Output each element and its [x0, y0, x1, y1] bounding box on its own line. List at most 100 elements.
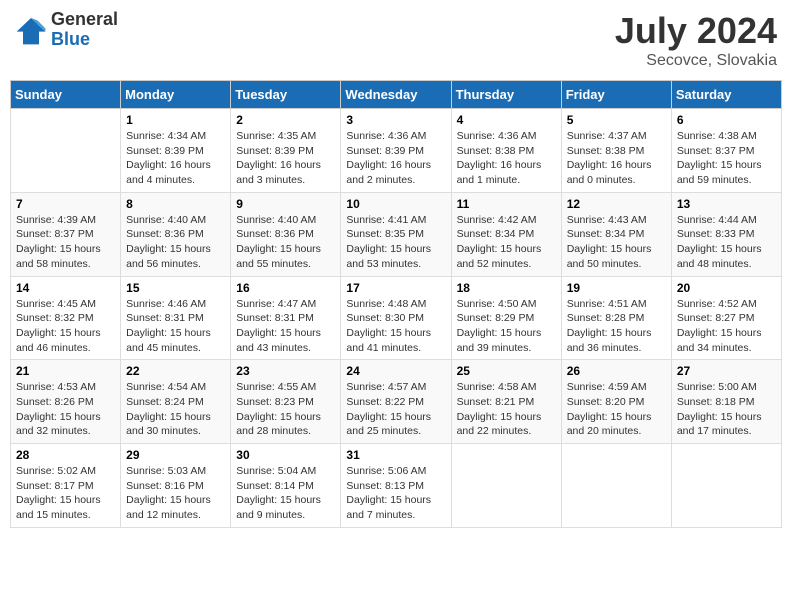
calendar-cell: 10Sunrise: 4:41 AM Sunset: 8:35 PM Dayli…	[341, 192, 451, 276]
day-number: 19	[567, 281, 666, 295]
day-info: Sunrise: 4:40 AM Sunset: 8:36 PM Dayligh…	[236, 213, 335, 272]
day-number: 2	[236, 113, 335, 127]
day-info: Sunrise: 4:34 AM Sunset: 8:39 PM Dayligh…	[126, 129, 225, 188]
day-info: Sunrise: 5:06 AM Sunset: 8:13 PM Dayligh…	[346, 464, 445, 523]
calendar-cell: 23Sunrise: 4:55 AM Sunset: 8:23 PM Dayli…	[231, 360, 341, 444]
calendar-cell: 15Sunrise: 4:46 AM Sunset: 8:31 PM Dayli…	[121, 276, 231, 360]
day-number: 29	[126, 448, 225, 462]
calendar-cell	[451, 444, 561, 528]
day-info: Sunrise: 5:04 AM Sunset: 8:14 PM Dayligh…	[236, 464, 335, 523]
logo-icon	[15, 14, 47, 46]
day-header-friday: Friday	[561, 81, 671, 109]
day-number: 11	[457, 197, 556, 211]
calendar-cell: 2 Sunrise: 4:35 AM Sunset: 8:39 PM Daylig…	[231, 109, 341, 193]
day-number: 13	[677, 197, 776, 211]
calendar-table: SundayMondayTuesdayWednesdayThursdayFrid…	[10, 80, 782, 528]
location: Secovce, Slovakia	[615, 52, 777, 70]
day-number: 25	[457, 364, 556, 378]
day-header-monday: Monday	[121, 81, 231, 109]
day-info: Sunrise: 4:37 AM Sunset: 8:38 PM Dayligh…	[567, 129, 666, 188]
calendar-week-2: 7Sunrise: 4:39 AM Sunset: 8:37 PM Daylig…	[11, 192, 782, 276]
day-number: 28	[16, 448, 115, 462]
day-info: Sunrise: 4:57 AM Sunset: 8:22 PM Dayligh…	[346, 380, 445, 439]
calendar-cell: 8Sunrise: 4:40 AM Sunset: 8:36 PM Daylig…	[121, 192, 231, 276]
calendar-cell: 13 Sunrise: 4:44 AM Sunset: 8:33 PM Dayli…	[671, 192, 781, 276]
calendar-cell: 11 Sunrise: 4:42 AM Sunset: 8:34 PM Dayli…	[451, 192, 561, 276]
day-header-thursday: Thursday	[451, 81, 561, 109]
day-number: 17	[346, 281, 445, 295]
page-header: General Blue July 2024 Secovce, Slovakia	[10, 10, 782, 70]
calendar-cell: 31Sunrise: 5:06 AM Sunset: 8:13 PM Dayli…	[341, 444, 451, 528]
calendar-cell: 16 Sunrise: 4:47 AM Sunset: 8:31 PM Dayli…	[231, 276, 341, 360]
day-info: Sunrise: 5:00 AM Sunset: 8:18 PM Dayligh…	[677, 380, 776, 439]
day-info: Sunrise: 4:55 AM Sunset: 8:23 PM Dayligh…	[236, 380, 335, 439]
day-info: Sunrise: 4:53 AM Sunset: 8:26 PM Dayligh…	[16, 380, 115, 439]
day-number: 15	[126, 281, 225, 295]
logo-general-text: General	[51, 10, 118, 30]
calendar-cell: 27 Sunrise: 5:00 AM Sunset: 8:18 PM Dayli…	[671, 360, 781, 444]
calendar-cell: 12 Sunrise: 4:43 AM Sunset: 8:34 PM Dayli…	[561, 192, 671, 276]
day-number: 12	[567, 197, 666, 211]
logo-blue-text: Blue	[51, 30, 118, 50]
day-number: 26	[567, 364, 666, 378]
day-number: 3	[346, 113, 445, 127]
calendar-week-1: 1 Sunrise: 4:34 AM Sunset: 8:39 PM Daylig…	[11, 109, 782, 193]
calendar-cell: 22 Sunrise: 4:54 AM Sunset: 8:24 PM Dayli…	[121, 360, 231, 444]
day-info: Sunrise: 4:52 AM Sunset: 8:27 PM Dayligh…	[677, 297, 776, 356]
calendar-cell: 25 Sunrise: 4:58 AM Sunset: 8:21 PM Dayli…	[451, 360, 561, 444]
day-number: 22	[126, 364, 225, 378]
calendar-cell: 21Sunrise: 4:53 AM Sunset: 8:26 PM Dayli…	[11, 360, 121, 444]
calendar-cell: 5Sunrise: 4:37 AM Sunset: 8:38 PM Daylig…	[561, 109, 671, 193]
day-number: 6	[677, 113, 776, 127]
day-info: Sunrise: 4:50 AM Sunset: 8:29 PM Dayligh…	[457, 297, 556, 356]
day-info: Sunrise: 4:38 AM Sunset: 8:37 PM Dayligh…	[677, 129, 776, 188]
day-info: Sunrise: 5:02 AM Sunset: 8:17 PM Dayligh…	[16, 464, 115, 523]
day-info: Sunrise: 4:58 AM Sunset: 8:21 PM Dayligh…	[457, 380, 556, 439]
day-header-saturday: Saturday	[671, 81, 781, 109]
title-block: July 2024 Secovce, Slovakia	[615, 10, 777, 70]
day-number: 4	[457, 113, 556, 127]
day-number: 18	[457, 281, 556, 295]
day-info: Sunrise: 4:36 AM Sunset: 8:39 PM Dayligh…	[346, 129, 445, 188]
calendar-cell	[561, 444, 671, 528]
calendar-week-4: 21Sunrise: 4:53 AM Sunset: 8:26 PM Dayli…	[11, 360, 782, 444]
calendar-cell: 24 Sunrise: 4:57 AM Sunset: 8:22 PM Dayli…	[341, 360, 451, 444]
day-number: 16	[236, 281, 335, 295]
logo: General Blue	[15, 10, 118, 50]
day-number: 8	[126, 197, 225, 211]
day-info: Sunrise: 4:47 AM Sunset: 8:31 PM Dayligh…	[236, 297, 335, 356]
day-number: 7	[16, 197, 115, 211]
day-header-sunday: Sunday	[11, 81, 121, 109]
month-year: July 2024	[615, 10, 777, 52]
day-info: Sunrise: 4:48 AM Sunset: 8:30 PM Dayligh…	[346, 297, 445, 356]
day-info: Sunrise: 4:44 AM Sunset: 8:33 PM Dayligh…	[677, 213, 776, 272]
calendar-cell: 26Sunrise: 4:59 AM Sunset: 8:20 PM Dayli…	[561, 360, 671, 444]
calendar-cell: 6 Sunrise: 4:38 AM Sunset: 8:37 PM Daylig…	[671, 109, 781, 193]
day-info: Sunrise: 4:54 AM Sunset: 8:24 PM Dayligh…	[126, 380, 225, 439]
calendar-week-5: 28 Sunrise: 5:02 AM Sunset: 8:17 PM Dayli…	[11, 444, 782, 528]
calendar-header-row: SundayMondayTuesdayWednesdayThursdayFrid…	[11, 81, 782, 109]
calendar-cell	[671, 444, 781, 528]
calendar-cell	[11, 109, 121, 193]
day-number: 1	[126, 113, 225, 127]
day-number: 30	[236, 448, 335, 462]
calendar-cell: 29 Sunrise: 5:03 AM Sunset: 8:16 PM Dayli…	[121, 444, 231, 528]
day-info: Sunrise: 4:36 AM Sunset: 8:38 PM Dayligh…	[457, 129, 556, 188]
day-info: Sunrise: 5:03 AM Sunset: 8:16 PM Dayligh…	[126, 464, 225, 523]
day-info: Sunrise: 4:43 AM Sunset: 8:34 PM Dayligh…	[567, 213, 666, 272]
day-info: Sunrise: 4:51 AM Sunset: 8:28 PM Dayligh…	[567, 297, 666, 356]
day-info: Sunrise: 4:45 AM Sunset: 8:32 PM Dayligh…	[16, 297, 115, 356]
calendar-cell: 4 Sunrise: 4:36 AM Sunset: 8:38 PM Daylig…	[451, 109, 561, 193]
calendar-cell: 14Sunrise: 4:45 AM Sunset: 8:32 PM Dayli…	[11, 276, 121, 360]
calendar-cell: 19 Sunrise: 4:51 AM Sunset: 8:28 PM Dayli…	[561, 276, 671, 360]
day-number: 27	[677, 364, 776, 378]
day-number: 9	[236, 197, 335, 211]
day-number: 24	[346, 364, 445, 378]
day-header-wednesday: Wednesday	[341, 81, 451, 109]
calendar-cell: 1 Sunrise: 4:34 AM Sunset: 8:39 PM Daylig…	[121, 109, 231, 193]
day-info: Sunrise: 4:35 AM Sunset: 8:39 PM Dayligh…	[236, 129, 335, 188]
calendar-cell: 9 Sunrise: 4:40 AM Sunset: 8:36 PM Daylig…	[231, 192, 341, 276]
calendar-cell: 3 Sunrise: 4:36 AM Sunset: 8:39 PM Daylig…	[341, 109, 451, 193]
day-number: 10	[346, 197, 445, 211]
day-info: Sunrise: 4:42 AM Sunset: 8:34 PM Dayligh…	[457, 213, 556, 272]
